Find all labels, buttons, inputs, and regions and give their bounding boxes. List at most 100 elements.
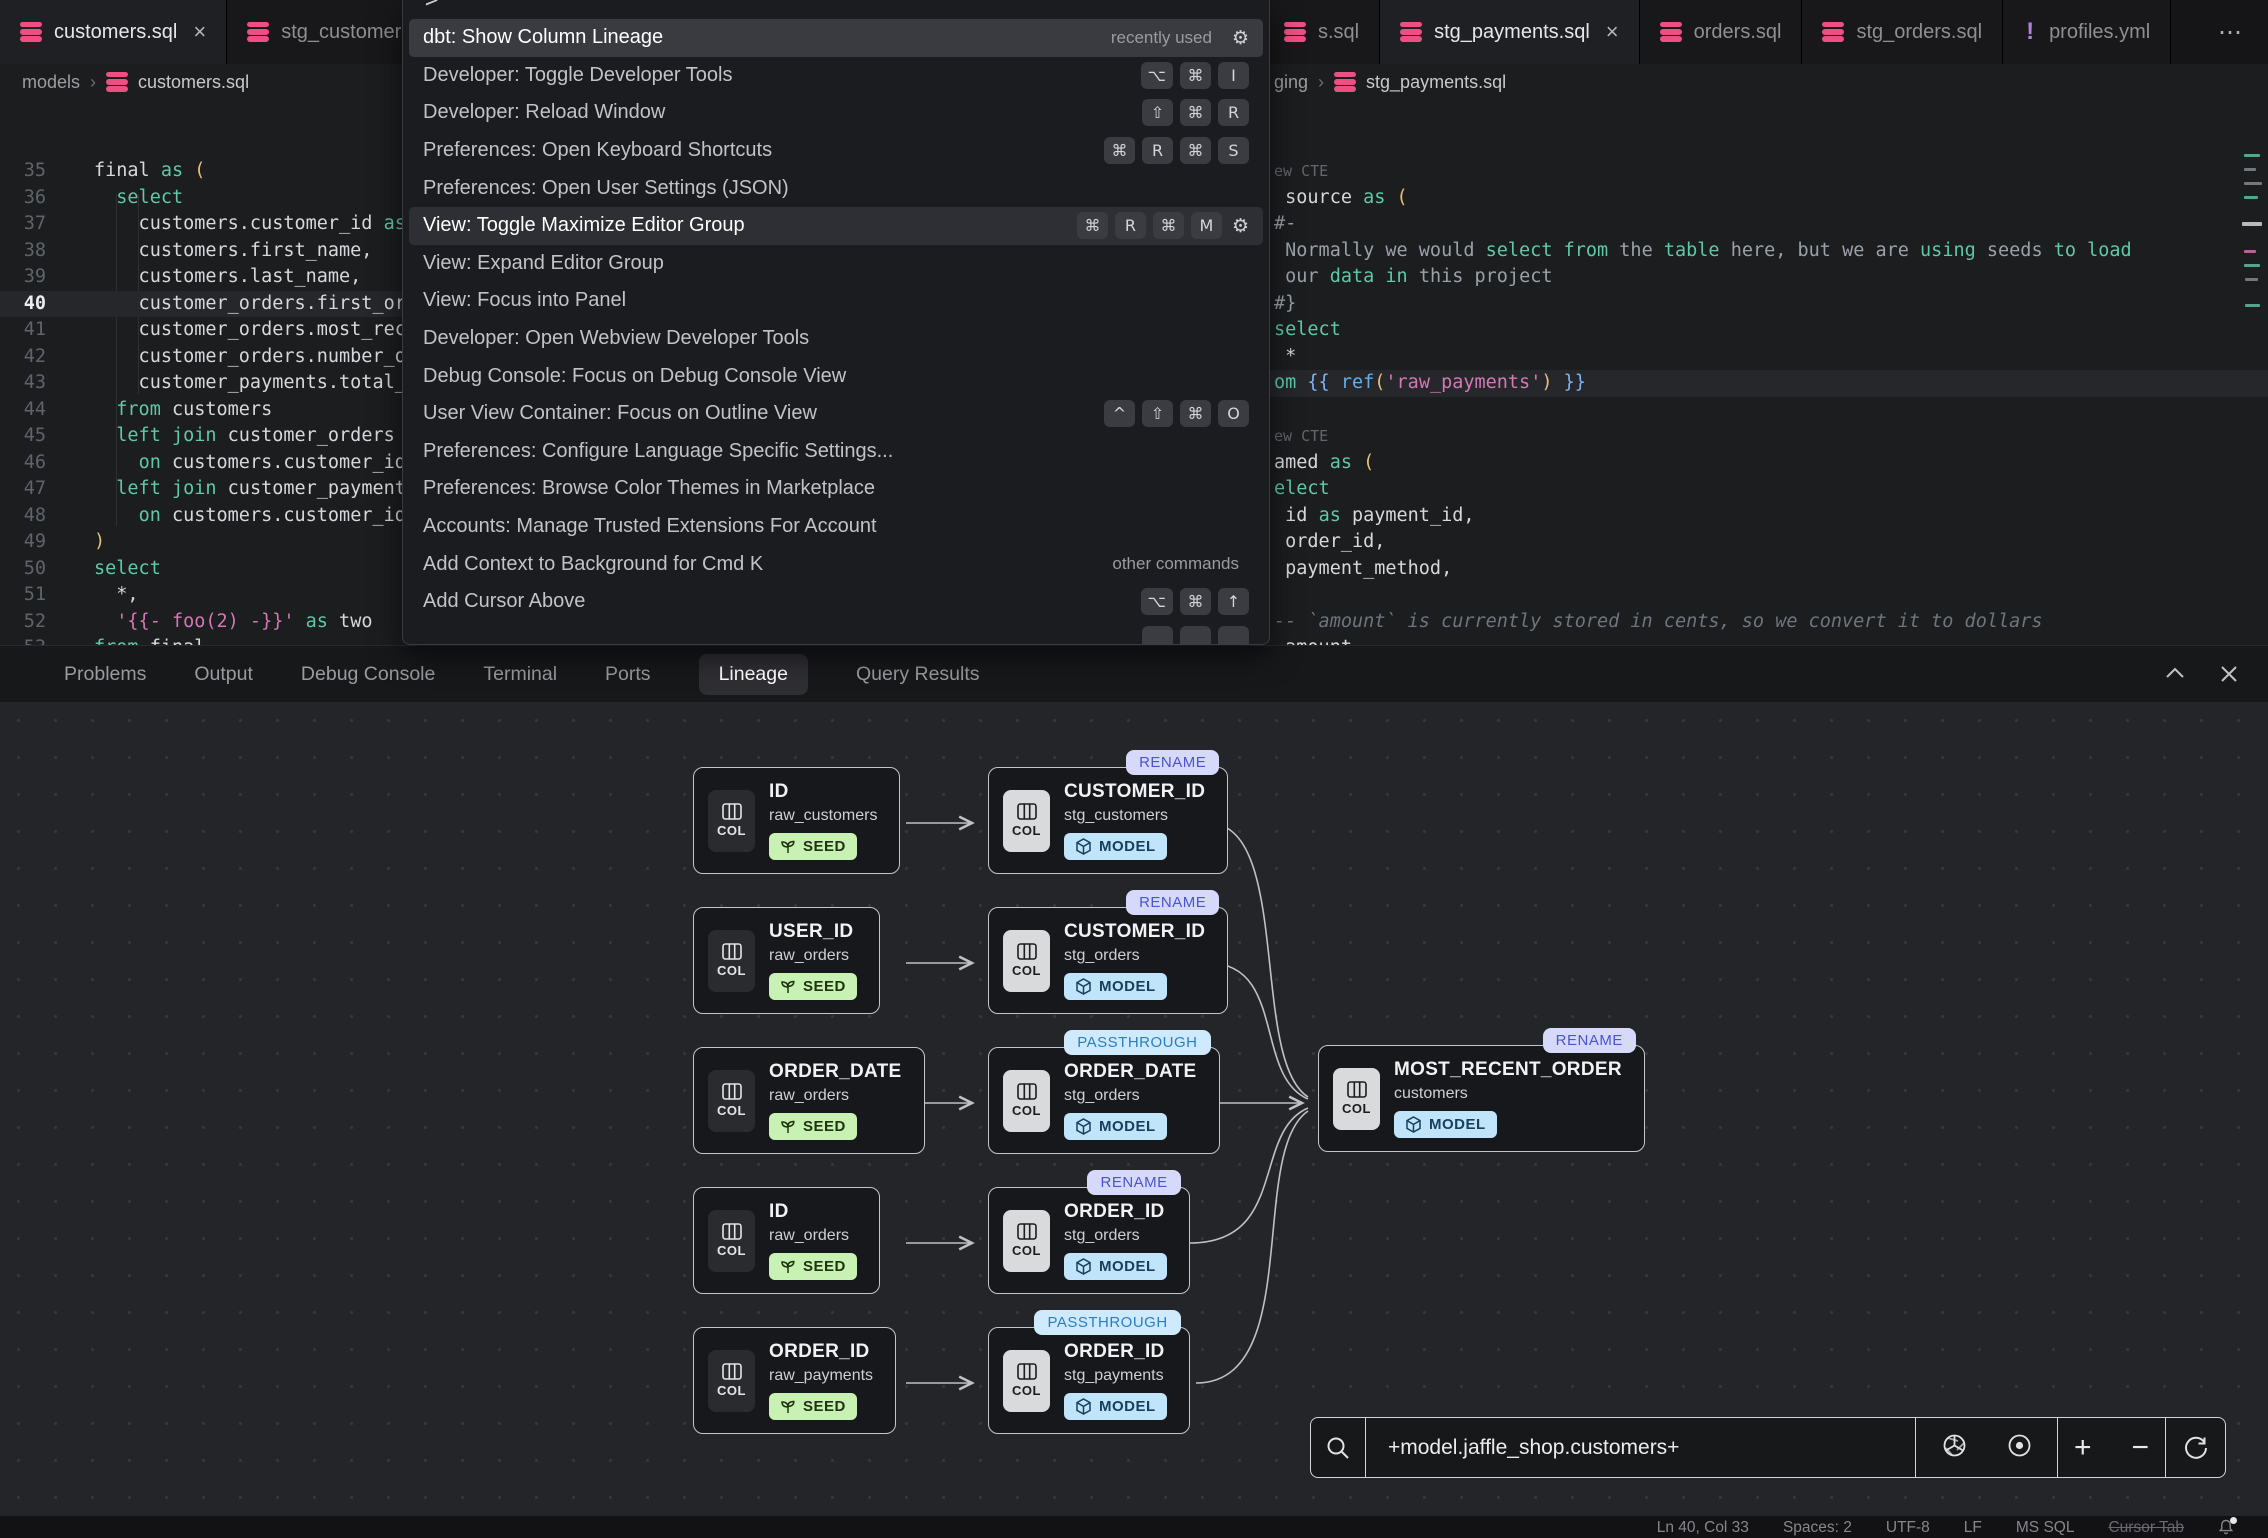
lineage-search-input[interactable]: +model.jaffle_shop.customers+ — [1365, 1418, 1915, 1477]
tab-stg_orders-sql[interactable]: stg_orders.sql — [1802, 0, 2003, 64]
code-line: select — [1274, 317, 1341, 344]
palette-item-label: Developer: Open Webview Developer Tools — [423, 327, 1249, 350]
palette-item[interactable]: Add Cursor Above⌥⌘↑ — [409, 583, 1263, 621]
palette-item[interactable]: Developer: Open Webview Developer Tools — [409, 320, 1263, 358]
lineage-canvas[interactable]: COLIDraw_customersSEED COL USER_ID raw_orde… — [0, 702, 2268, 1538]
panel-tab-query-results[interactable]: Query Results — [856, 663, 980, 686]
line-number: 42 — [0, 344, 46, 371]
refresh-button[interactable] — [2165, 1418, 2225, 1477]
status-item-spaces-2[interactable]: Spaces: 2 — [1783, 1519, 1852, 1537]
node-subtitle: stg_customers — [1064, 807, 1168, 825]
editor-right[interactable]: ging › stg_payments.sql ew CTE source as… — [1264, 64, 2268, 645]
palette-item-label: dbt: Show Column Lineage — [423, 26, 1111, 49]
palette-item[interactable]: User View Container: Focus on Outline Vi… — [409, 395, 1263, 433]
tab-stg_payments-sql[interactable]: stg_payments.sql × — [1380, 0, 1640, 64]
tab-orders-sql[interactable]: orders.sql — [1640, 0, 1803, 64]
lineage-node-raw_orders-order_date[interactable]: COLORDER_DATEraw_ordersSEED — [693, 1047, 925, 1154]
tab-s-sql[interactable]: s.sql — [1264, 0, 1380, 64]
command-palette[interactable]: > dbt: Show Column Lineagerecently used⚙… — [402, 0, 1270, 645]
node-tag-rename: RENAME — [1087, 1170, 1180, 1195]
column-chip-label: COL — [717, 1383, 746, 1398]
palette-item[interactable]: Add Context to Background for Cmd Kother… — [409, 545, 1263, 583]
node-info: CUSTOMER_IDstg_ordersMODEL — [1064, 921, 1205, 1000]
lineage-node-raw_payments-order_id[interactable]: COLORDER_IDraw_paymentsSEED — [693, 1327, 896, 1434]
minimap[interactable] — [2238, 94, 2268, 634]
panel-tab-problems[interactable]: Problems — [64, 663, 146, 686]
lens-aperture-button[interactable] — [1941, 1432, 1968, 1464]
palette-item-label: Developer: Toggle Developer Tools — [423, 64, 1141, 87]
palette-item[interactable]: Preferences: Open User Settings (JSON) — [409, 169, 1263, 207]
palette-item[interactable]: Debug Console: Focus on Debug Console Vi… — [409, 357, 1263, 395]
palette-item[interactable]: Developer: Reload Window⇧⌘R — [409, 94, 1263, 132]
palette-item[interactable]: Preferences: Open Keyboard Shortcuts⌘R⌘S — [409, 132, 1263, 170]
palette-item[interactable]: View: Focus into Panel — [409, 282, 1263, 320]
column-chip-label: COL — [1012, 823, 1041, 838]
command-palette-prompt[interactable]: > — [425, 0, 438, 13]
palette-item-label: View: Toggle Maximize Editor Group — [423, 214, 1077, 237]
gear-icon[interactable]: ⚙ — [1232, 27, 1249, 49]
key-badge: ⌘ — [1180, 400, 1211, 427]
more-tabs-icon[interactable]: ⋯ — [2192, 0, 2268, 64]
lineage-node-stg_customers-customer_id[interactable]: RENAMECOLCUSTOMER_IDstg_customersMODEL — [988, 767, 1228, 874]
badge-label: MODEL — [1429, 1116, 1486, 1133]
lineage-node-stg_orders-order_id[interactable]: RENAMECOLORDER_IDstg_ordersMODEL — [988, 1187, 1190, 1294]
lineage-node-stg_payments-order_id[interactable]: PASSTHROUGHCOLORDER_IDstg_paymentsMODEL — [988, 1327, 1190, 1434]
code-editor-right[interactable]: ew CTE source as (#- Normally we would s… — [1264, 64, 2268, 645]
code-line: source as ( — [1274, 185, 1408, 212]
panel-tab-debug-console[interactable]: Debug Console — [301, 663, 435, 686]
lineage-node-customers-most_recent_order[interactable]: RENAMECOLMOST_RECENT_ORDERcustomersMODEL — [1318, 1045, 1645, 1152]
panel-collapse-button[interactable] — [2164, 665, 2186, 683]
node-info: ORDER_DATEraw_ordersSEED — [769, 1061, 902, 1140]
lineage-node-stg_orders-order_date[interactable]: PASSTHROUGHCOLORDER_DATEstg_ordersMODEL — [988, 1047, 1220, 1154]
column-icon: COL — [708, 930, 755, 992]
panel-tab-terminal[interactable]: Terminal — [483, 663, 557, 686]
lineage-node-raw_orders-id[interactable]: COLIDraw_ordersSEED — [693, 1187, 880, 1294]
panel-tab-output[interactable]: Output — [194, 663, 253, 686]
tab-customers-sql[interactable]: customers.sql× — [0, 0, 227, 64]
status-item-utf-8[interactable]: UTF-8 — [1886, 1519, 1930, 1537]
palette-item[interactable]: Preferences: Configure Language Specific… — [409, 433, 1263, 471]
code-line: #- — [1274, 211, 1296, 238]
palette-item[interactable]: Preferences: Browse Color Themes in Mark… — [409, 470, 1263, 508]
column-chip-label: COL — [1012, 963, 1041, 978]
panel-close-button[interactable] — [2220, 665, 2238, 683]
column-chip-label: COL — [717, 963, 746, 978]
lineage-node-raw_orders-user_id[interactable]: COLUSER_IDraw_ordersSEED — [693, 907, 880, 1014]
status-item-lf[interactable]: LF — [1964, 1519, 1982, 1537]
node-subtitle: raw_orders — [769, 947, 849, 965]
status-item-cursor-tab[interactable]: Cursor Tab — [2108, 1519, 2184, 1537]
search-icon — [1311, 1418, 1365, 1477]
close-icon[interactable]: × — [193, 19, 206, 45]
palette-item[interactable]: View: Expand Editor Group — [409, 245, 1263, 283]
palette-item[interactable] — [409, 621, 1263, 645]
close-icon[interactable]: × — [1606, 19, 1619, 45]
column-chip-label: COL — [1342, 1101, 1371, 1116]
palette-item[interactable]: Accounts: Manage Trusted Extensions For … — [409, 508, 1263, 546]
badge-label: SEED — [803, 838, 846, 855]
node-title: ORDER_ID — [769, 1341, 870, 1363]
status-item-ln-40-col-33[interactable]: Ln 40, Col 33 — [1657, 1519, 1749, 1537]
tab-label: stg_payments.sql — [1434, 21, 1590, 44]
focus-target-button[interactable] — [2006, 1432, 2033, 1464]
notifications-bell-icon[interactable] — [2218, 1519, 2234, 1538]
app-window: customers.sql×stg_customers s.sqlstg_pay… — [0, 0, 2268, 1538]
panel-tab-lineage[interactable]: Lineage — [699, 654, 808, 695]
code-line: ew CTE — [1274, 423, 1328, 450]
keybinding: ⇧⌘R — [1142, 99, 1249, 126]
column-icon: COL — [1003, 1070, 1050, 1132]
code-line: amed as ( — [1274, 450, 1374, 477]
key-badge: ⌘ — [1180, 588, 1211, 615]
tab-label: stg_customers — [281, 21, 411, 44]
lineage-node-raw_customers-id[interactable]: COLIDraw_customersSEED — [693, 767, 900, 874]
panel-tab-ports[interactable]: Ports — [605, 663, 651, 686]
gear-icon[interactable]: ⚙ — [1232, 215, 1249, 237]
palette-item[interactable]: dbt: Show Column Lineagerecently used⚙ — [409, 19, 1263, 57]
palette-item-label: Debug Console: Focus on Debug Console Vi… — [423, 365, 1249, 388]
tab-profiles-yml[interactable]: !profiles.yml — [2003, 0, 2171, 64]
palette-item[interactable]: Developer: Toggle Developer Tools⌥⌘I — [409, 57, 1263, 95]
status-item-ms-sql[interactable]: MS SQL — [2016, 1519, 2075, 1537]
palette-item[interactable]: View: Toggle Maximize Editor Group⌘R⌘M⚙ — [409, 207, 1263, 245]
column-icon: COL — [1003, 1350, 1050, 1412]
node-title: USER_ID — [769, 921, 853, 943]
lineage-node-stg_orders-customer_id[interactable]: RENAMECOLCUSTOMER_IDstg_ordersMODEL — [988, 907, 1228, 1014]
